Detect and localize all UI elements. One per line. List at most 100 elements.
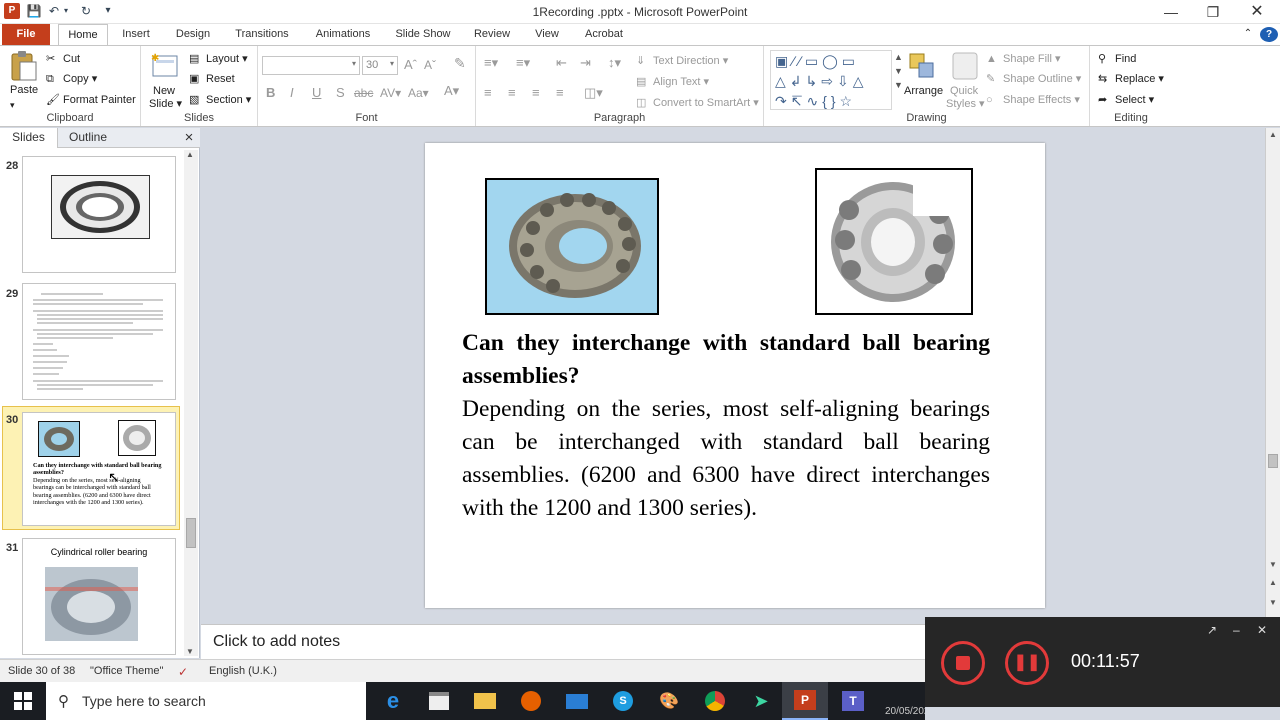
layout-button[interactable]: ▤ Layout ▾ [189, 52, 248, 66]
format-painter-button[interactable]: 🖌 Format Painter [46, 93, 136, 107]
skype-icon[interactable]: S [600, 682, 646, 720]
font-size-dropdown[interactable]: 30 ▾ [362, 56, 398, 75]
scroll-up-icon[interactable]: ▲ [1269, 130, 1277, 139]
code-icon[interactable]: ➤ [738, 682, 784, 720]
clear-formatting-icon[interactable]: ✎ [454, 56, 466, 70]
previous-slide-icon[interactable]: ▲ [1269, 578, 1277, 587]
character-spacing-icon[interactable]: AV▾ [380, 86, 401, 100]
cut-button[interactable]: ✂ Cut [46, 52, 80, 66]
convert-smartart-button[interactable]: ◫ Convert to SmartArt ▾ [636, 96, 759, 110]
canvas-scrollbar[interactable]: ▲ ▼ ▲ ▼ [1265, 128, 1280, 622]
stop-recording-button[interactable] [941, 641, 985, 685]
close-icon[interactable]: ✕ [1257, 623, 1267, 637]
file-explorer-icon[interactable] [462, 682, 508, 720]
shadow-icon[interactable]: S [336, 86, 345, 100]
minimize-icon[interactable]: – [1233, 623, 1240, 637]
slide-text-box[interactable]: Can they interchange with standard ball … [462, 327, 990, 525]
strikethrough-icon[interactable]: abc [354, 86, 373, 100]
scroll-up-icon[interactable]: ▲ [186, 150, 194, 159]
close-panel-icon[interactable]: × [180, 128, 198, 148]
justify-icon[interactable]: ≡ [556, 86, 564, 100]
shrink-font-icon[interactable]: Aˇ [424, 58, 436, 72]
quick-styles-button[interactable]: Quick [950, 84, 978, 98]
tab-design[interactable]: Design [170, 24, 216, 45]
arrange-button[interactable]: Arrange [904, 84, 943, 98]
slide-thumbnail-30[interactable]: Can they interchange with standard ball … [22, 412, 176, 526]
italic-icon[interactable]: I [290, 86, 294, 100]
store-icon[interactable] [416, 682, 462, 720]
underline-icon[interactable]: U [312, 86, 321, 100]
tab-view[interactable]: View [530, 24, 564, 45]
numbering-icon[interactable]: ≡▾ [516, 56, 530, 70]
spell-check-icon[interactable]: ✓ [178, 665, 188, 679]
increase-indent-icon[interactable]: ⇥ [580, 56, 591, 70]
language[interactable]: English (U.K.) [209, 665, 277, 677]
select-button[interactable]: ➦ Select ▾ [1098, 93, 1154, 107]
ball-bearing-image[interactable] [815, 168, 973, 315]
new-slide-dropdown[interactable]: Slide ▾ [149, 97, 182, 111]
mail-icon[interactable] [554, 682, 600, 720]
columns-icon[interactable]: ◫▾ [584, 86, 603, 100]
new-slide-button[interactable]: New [153, 84, 175, 98]
next-slide-icon[interactable]: ▼ [1269, 598, 1277, 607]
current-slide[interactable]: Can they interchange with standard ball … [425, 143, 1045, 608]
slide-thumbnail-31[interactable]: Cylindrical roller bearing [22, 538, 176, 655]
tab-slides[interactable]: Slides [0, 128, 58, 148]
powerpoint-taskbar-icon[interactable]: P [782, 682, 828, 720]
paste-dropdown-icon[interactable]: ▾ [10, 98, 15, 112]
roller-bearing-image[interactable] [485, 178, 659, 315]
tab-transitions[interactable]: Transitions [230, 24, 294, 45]
scroll-thumb[interactable] [1268, 454, 1278, 468]
scroll-down-icon[interactable]: ▼ [1269, 560, 1277, 569]
find-button[interactable]: ⚲ Find [1098, 52, 1136, 66]
teams-icon[interactable]: T [830, 682, 876, 720]
shapes-scroll-icon[interactable]: ▲ ▼ ▼ [894, 50, 903, 92]
decrease-indent-icon[interactable]: ⇤ [556, 56, 567, 70]
chrome-icon[interactable] [692, 682, 738, 720]
tab-home[interactable]: Home [58, 24, 108, 45]
replace-button[interactable]: ⇆ Replace ▾ [1098, 72, 1164, 86]
align-text-button[interactable]: ▤ Align Text ▾ [636, 75, 709, 89]
shapes-gallery[interactable]: ▣∕∕▭◯▭ △↲↳⇨⇩△ ↷↸∿{}☆ [770, 50, 892, 110]
shape-fill-button[interactable]: ▲ Shape Fill ▾ [986, 52, 1061, 66]
slide-thumbnail-28[interactable] [22, 156, 176, 273]
help-icon[interactable]: ? [1260, 27, 1278, 42]
grow-font-icon[interactable]: Aˆ [404, 58, 417, 72]
scroll-down-icon[interactable]: ▼ [186, 647, 194, 656]
paste-button[interactable]: Paste [10, 83, 38, 97]
pause-recording-button[interactable]: ❚❚ [1005, 641, 1049, 685]
reset-button[interactable]: ▣ Reset [189, 72, 235, 86]
copy-button[interactable]: ⧉ Copy ▾ [46, 72, 97, 86]
font-color-icon[interactable]: A▾ [444, 84, 459, 98]
align-center-icon[interactable]: ≡ [508, 86, 516, 100]
firefox-icon[interactable] [508, 682, 554, 720]
restore-button[interactable]: ❐ [1190, 0, 1236, 24]
theme-name[interactable]: "Office Theme" [90, 665, 163, 677]
taskbar-search-box[interactable]: ⚲ Type here to search [46, 682, 366, 720]
tab-review[interactable]: Review [470, 24, 514, 45]
minimize-button[interactable]: — [1148, 0, 1194, 24]
quick-styles-dropdown[interactable]: Styles ▾ [946, 97, 985, 111]
text-direction-button[interactable]: ⇓ Text Direction ▾ [636, 54, 728, 68]
align-right-icon[interactable]: ≡ [532, 86, 540, 100]
notes-pane[interactable]: Click to add notes [201, 624, 925, 659]
tab-animations[interactable]: Animations [310, 24, 376, 45]
paint-icon[interactable]: 🎨 [646, 682, 692, 720]
expand-icon[interactable]: ↗ [1207, 623, 1217, 637]
tab-slide-show[interactable]: Slide Show [390, 24, 456, 45]
line-spacing-icon[interactable]: ↕▾ [608, 56, 621, 70]
panel-scrollbar[interactable]: ▲ ▼ [184, 150, 198, 656]
minimize-ribbon-icon[interactable]: ⌃ [1240, 24, 1256, 45]
shape-outline-button[interactable]: ✎ Shape Outline ▾ [986, 72, 1081, 86]
tab-file[interactable]: File [2, 24, 50, 45]
bullets-icon[interactable]: ≡▾ [484, 56, 498, 70]
windows-start-icon[interactable] [0, 682, 46, 720]
slide-thumbnail-29[interactable] [22, 283, 176, 400]
bold-icon[interactable]: B [266, 86, 275, 100]
scroll-thumb[interactable] [186, 518, 196, 548]
shape-effects-button[interactable]: ○ Shape Effects ▾ [986, 93, 1080, 107]
section-button[interactable]: ▧ Section ▾ [189, 93, 251, 107]
change-case-icon[interactable]: Aa▾ [408, 86, 429, 100]
tab-acrobat[interactable]: Acrobat [580, 24, 628, 45]
edge-icon[interactable]: e [370, 682, 416, 720]
